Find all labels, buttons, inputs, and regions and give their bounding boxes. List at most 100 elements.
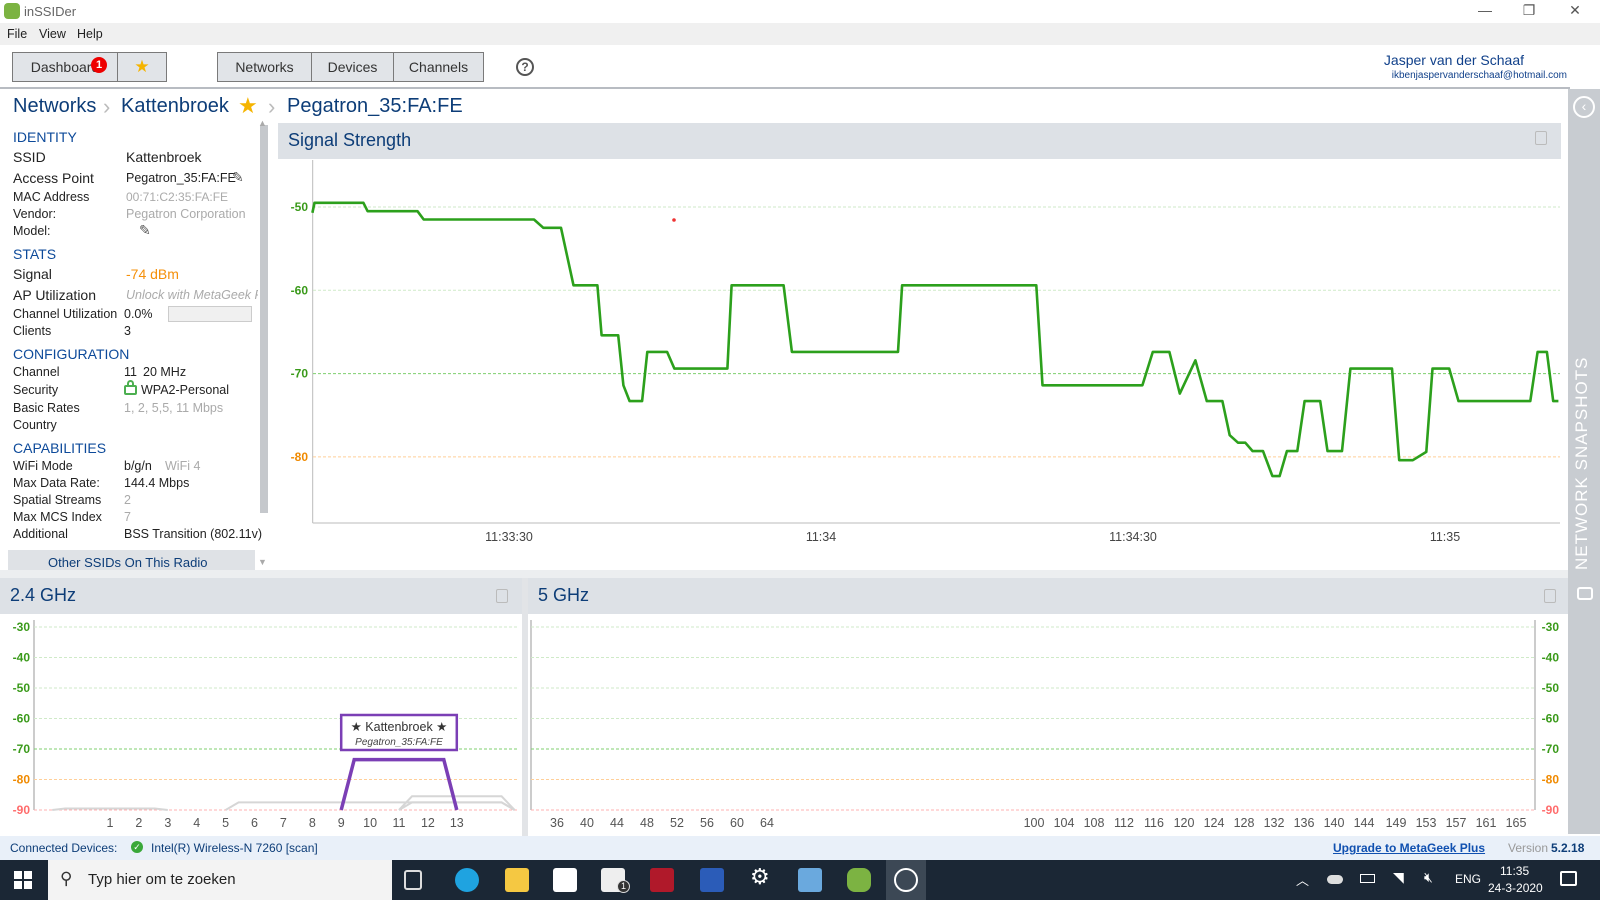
control-panel-icon[interactable] bbox=[798, 868, 822, 892]
clock-time[interactable]: 11:35 bbox=[1500, 864, 1529, 878]
battery-icon[interactable] bbox=[1360, 874, 1375, 883]
channel-utilization-bar bbox=[168, 306, 252, 322]
inssider-icon[interactable] bbox=[847, 868, 871, 892]
copy-icon[interactable] bbox=[1535, 131, 1547, 145]
lock-icon bbox=[124, 380, 137, 395]
store-icon[interactable] bbox=[553, 868, 577, 892]
edit-pencil-icon[interactable]: ✎ bbox=[232, 169, 244, 186]
copy-icon[interactable] bbox=[1544, 589, 1556, 603]
task-view-icon[interactable] bbox=[404, 870, 422, 890]
channel-label: 40 bbox=[580, 816, 594, 830]
favorite-star-icon[interactable]: ★ bbox=[238, 93, 258, 119]
menu-help[interactable]: Help bbox=[77, 27, 103, 41]
channel-utilization-label: Channel Utilization bbox=[13, 307, 118, 321]
panel-splitter[interactable] bbox=[0, 570, 1568, 578]
channel-label: 128 bbox=[1234, 816, 1255, 830]
channel-label: 144 bbox=[1354, 816, 1375, 830]
channel-label: 157 bbox=[1446, 816, 1467, 830]
help-icon[interactable]: ? bbox=[516, 58, 534, 76]
channel-label: 149 bbox=[1386, 816, 1407, 830]
check-icon: ✓ bbox=[131, 841, 143, 853]
collapse-chevron-left-icon[interactable]: ‹ bbox=[1573, 96, 1595, 118]
channel-label: 4 bbox=[193, 816, 200, 830]
ap-utilization-upsell[interactable]: Unlock with MetaGeek Plus bbox=[126, 288, 258, 302]
channel-label: 8 bbox=[309, 816, 316, 830]
mendeley-icon[interactable] bbox=[650, 868, 674, 892]
x-tick-label: 11:34 bbox=[806, 530, 836, 544]
camera-icon[interactable] bbox=[1577, 587, 1593, 600]
copy-icon[interactable] bbox=[496, 589, 508, 603]
minimize-button[interactable]: — bbox=[1470, 2, 1500, 22]
channel-label: 100 bbox=[1024, 816, 1045, 830]
band-24-header: 2.4 GHz bbox=[0, 578, 522, 614]
y-tick-label: -80 bbox=[1542, 773, 1560, 787]
max-mcs-label: Max MCS Index bbox=[13, 510, 102, 524]
channel-label: 112 bbox=[1114, 816, 1134, 830]
channel-label: 12 bbox=[421, 816, 435, 830]
menu-view[interactable]: View bbox=[39, 27, 66, 41]
clock-date[interactable]: 24-3-2020 bbox=[1488, 881, 1543, 895]
onedrive-icon[interactable] bbox=[1327, 875, 1343, 884]
network-snapshots-label: NETWORK SNAPSHOTS bbox=[1572, 356, 1591, 570]
title-bar bbox=[0, 0, 1600, 23]
tab-devices[interactable]: Devices bbox=[311, 52, 394, 82]
file-explorer-icon[interactable] bbox=[505, 868, 529, 892]
channel-label: 120 bbox=[1174, 816, 1195, 830]
word-icon[interactable] bbox=[700, 868, 724, 892]
channel-value: 11 bbox=[124, 365, 137, 379]
channel-label: 165 bbox=[1506, 816, 1527, 830]
scroll-up-icon[interactable]: ▲ bbox=[258, 118, 267, 128]
tab-networks[interactable]: Networks bbox=[217, 52, 312, 82]
edge-icon[interactable] bbox=[455, 868, 479, 892]
volume-muted-icon[interactable]: 🔇︎ bbox=[1424, 869, 1433, 886]
channel-label: 7 bbox=[280, 816, 287, 830]
close-button[interactable]: ✕ bbox=[1560, 2, 1590, 22]
wifi-icon[interactable]: ◥ bbox=[1393, 869, 1404, 886]
menu-bar: File View Help bbox=[0, 23, 1600, 45]
signal-line bbox=[311, 201, 1559, 478]
wifi-mode-label: WiFi Mode bbox=[13, 459, 73, 473]
notifications-icon[interactable] bbox=[1560, 871, 1577, 886]
channel-label: 161 bbox=[1476, 816, 1497, 830]
upgrade-link[interactable]: Upgrade to MetaGeek Plus bbox=[1333, 841, 1485, 855]
settings-gear-icon[interactable]: ⚙ bbox=[750, 864, 770, 890]
y-tick-label: -50 bbox=[291, 200, 309, 214]
tray-chevron-up-icon[interactable]: ︿ bbox=[1296, 870, 1309, 889]
y-tick-label: -30 bbox=[1542, 620, 1560, 634]
additional-value: BSS Transition (802.11v) bbox=[124, 527, 263, 541]
version-label: Version bbox=[1508, 841, 1549, 855]
other-ssids-section[interactable]: Other SSIDs On This Radio bbox=[8, 550, 255, 572]
tab-favorites-star-icon[interactable]: ★ bbox=[117, 52, 167, 82]
clients-value: 3 bbox=[124, 324, 131, 338]
details-scrollbar[interactable] bbox=[260, 125, 268, 513]
taskbar-search-input[interactable]: Typ hier om te zoeken bbox=[48, 860, 392, 900]
country-label: Country bbox=[13, 418, 57, 432]
band-5-chart: -30 -40 -50 -60 -70 -80 -90 36 40 44 48 52 56 60 64 100… bbox=[530, 620, 1560, 830]
y-tick-label: -50 bbox=[1542, 681, 1560, 695]
marker-dot bbox=[672, 218, 676, 222]
channel-label: 6 bbox=[251, 816, 258, 830]
signal-strength-title: Signal Strength bbox=[288, 130, 412, 150]
channel-label: 9 bbox=[338, 816, 345, 830]
language-indicator[interactable]: ENG bbox=[1455, 872, 1481, 886]
channel-label: 116 bbox=[1144, 816, 1164, 830]
y-tick-label: -80 bbox=[13, 773, 31, 787]
windows-start-icon[interactable] bbox=[14, 871, 32, 889]
taskbar-active-app[interactable] bbox=[886, 860, 926, 900]
breadcrumb-ssid[interactable]: Kattenbroek bbox=[121, 95, 229, 118]
spatial-streams-value: 2 bbox=[124, 493, 131, 507]
channel-label: 64 bbox=[760, 816, 774, 830]
breadcrumb-networks[interactable]: Networks bbox=[13, 95, 96, 118]
scroll-down-icon[interactable]: ▼ bbox=[258, 557, 267, 567]
max-data-rate-value: 144.4 Mbps bbox=[124, 476, 190, 490]
channel-label: 56 bbox=[700, 816, 714, 830]
edit-pencil-icon[interactable]: ✎ bbox=[139, 222, 151, 239]
channel-label: 3 bbox=[164, 816, 171, 830]
tab-channels[interactable]: Channels bbox=[393, 52, 484, 82]
channel-label: Channel bbox=[13, 365, 60, 379]
connected-device[interactable]: Intel(R) Wireless-N 7260 [scan] bbox=[151, 841, 318, 855]
channel-label: 5 bbox=[222, 816, 229, 830]
restore-button[interactable]: ❐ bbox=[1514, 2, 1544, 22]
menu-file[interactable]: File bbox=[7, 27, 27, 41]
user-name[interactable]: Jasper van der Schaaf bbox=[1384, 52, 1524, 68]
